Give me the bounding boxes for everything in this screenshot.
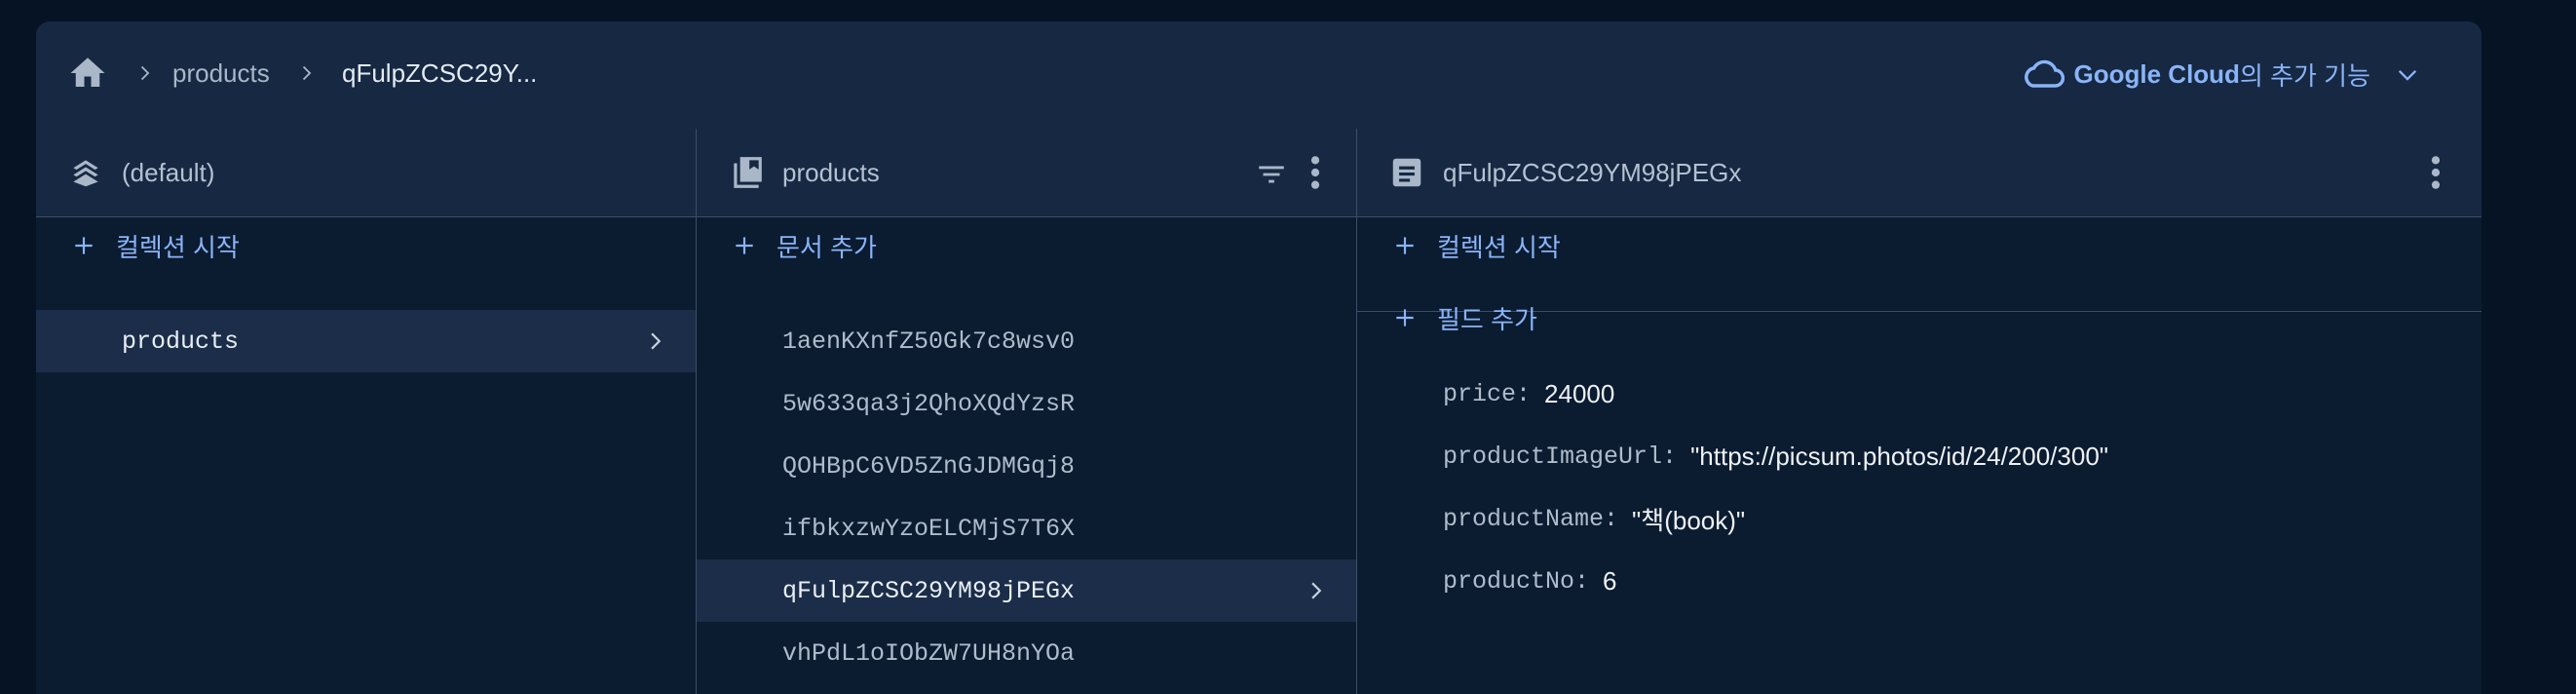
collection-name: products (122, 327, 240, 356)
field-separator: : (1662, 442, 1678, 471)
field-value: 6 (1603, 565, 1617, 596)
filter-icon[interactable] (1252, 158, 1291, 191)
chevron-down-icon[interactable] (2394, 60, 2421, 88)
chevron-right-icon (302, 65, 312, 81)
field-separator: : (1516, 379, 1532, 408)
chevron-right-icon (1311, 582, 1322, 599)
plus-icon (736, 237, 753, 254)
document-id: qFulpZCSC29YM98jPEGx (782, 576, 1076, 605)
google-cloud-extensions-menu[interactable]: Google Cloud 의 추가 기능 (2022, 55, 2421, 94)
root-column: (default) 컬렉션 시작 products (36, 129, 697, 694)
document-id: 5w633qa3j2QhoXQdYzsR (782, 389, 1076, 418)
root-column-header: (default) (36, 129, 696, 217)
breadcrumb-bar: products qFulpZCSC29Y... Google Cloud 의 추… (36, 21, 2481, 130)
start-collection-button[interactable]: 컬렉션 시작 (36, 216, 696, 275)
document-column-header: qFulpZCSC29YM98jPEGx (1357, 129, 2481, 217)
field-row-productNo[interactable]: productNo:6 (1357, 550, 2481, 612)
document-id: ifbkxzwYzoELCMjS7T6X (782, 514, 1076, 543)
field-separator: : (1574, 566, 1590, 596)
cloud-icon (2024, 59, 2065, 88)
collection-column: products 문서 추가 1aenKXnfZ50Gk7c8wsv0 5w63… (697, 129, 1357, 694)
google-cloud-label: Google Cloud (2073, 58, 2240, 89)
document-column: qFulpZCSC29YM98jPEGx 컬렉션 시작 필드 추가 price:… (1357, 129, 2481, 694)
add-document-label: 문서 추가 (777, 232, 877, 262)
field-row-price[interactable]: price:24000 (1357, 363, 2481, 425)
collection-item-products[interactable]: products (36, 310, 696, 372)
breadcrumb-item-document[interactable]: qFulpZCSC29Y... (342, 58, 537, 88)
add-document-button[interactable]: 문서 추가 (697, 216, 1356, 275)
database-title: (default) (122, 158, 215, 187)
field-row-productImageUrl[interactable]: productImageUrl: "https://picsum.photos/i… (1357, 425, 2481, 487)
document-id: vhPdL1oIObZW7UH8nYOa (782, 638, 1076, 668)
document-item[interactable]: 1aenKXnfZ50Gk7c8wsv0 (697, 310, 1356, 372)
more-vert-icon[interactable] (1308, 154, 1322, 191)
field-key: productNo (1443, 566, 1575, 596)
collection-icon (734, 157, 762, 188)
start-collection-label: 컬렉션 시작 (116, 232, 240, 262)
document-icon (1392, 158, 1421, 187)
field-separator: : (1604, 504, 1619, 533)
document-id: 1aenKXnfZ50Gk7c8wsv0 (782, 327, 1076, 356)
document-item[interactable]: vhPdL1oIObZW7UH8nYOa (697, 622, 1356, 684)
document-title: qFulpZCSC29YM98jPEGx (1443, 158, 1742, 187)
breadcrumb-item-products[interactable]: products (172, 58, 270, 88)
document-item-selected[interactable]: qFulpZCSC29YM98jPEGx (697, 559, 1356, 622)
more-vert-icon[interactable] (2429, 154, 2443, 191)
field-value: 24000 (1544, 378, 1615, 408)
document-item[interactable]: QOHBpC6VD5ZnGJDMGqj8 (697, 435, 1356, 497)
document-id: QOHBpC6VD5ZnGJDMGqj8 (782, 451, 1076, 481)
start-subcollection-label: 컬렉션 시작 (1437, 232, 1561, 262)
plus-icon (75, 237, 93, 254)
database-icon (73, 160, 98, 187)
add-field-label: 필드 추가 (1437, 304, 1537, 334)
collection-column-header: products (697, 129, 1356, 217)
extensions-label: 의 추가 기능 (2239, 60, 2370, 91)
chevron-right-icon (651, 332, 662, 350)
add-field-button[interactable]: 필드 추가 (1357, 289, 2481, 347)
document-item[interactable]: 5w633qa3j2QhoXQdYzsR (697, 372, 1356, 435)
plus-icon (1396, 237, 1414, 254)
firestore-panel: products qFulpZCSC29Y... Google Cloud 의 추… (36, 21, 2481, 694)
start-subcollection-button[interactable]: 컬렉션 시작 (1357, 216, 2481, 275)
document-item[interactable]: ifbkxzwYzoELCMjS7T6X (697, 497, 1356, 559)
field-value: "책(book)" (1632, 505, 1746, 535)
collection-title: products (782, 158, 880, 187)
home-icon[interactable] (67, 53, 108, 94)
plus-icon (1396, 309, 1414, 327)
field-key: productImageUrl (1443, 442, 1663, 471)
field-key: price (1443, 379, 1517, 408)
field-row-productName[interactable]: productName: "책(book)" (1357, 487, 2481, 550)
chevron-right-icon (140, 65, 150, 81)
field-key: productName (1443, 504, 1605, 533)
field-value: "https://picsum.photos/id/24/200/300" (1690, 441, 2109, 471)
